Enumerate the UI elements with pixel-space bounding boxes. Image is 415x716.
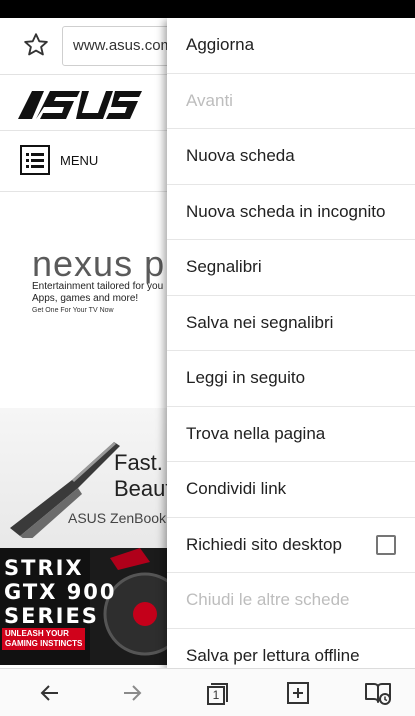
strix-tag2: GAMING INSTINCTS [5, 639, 83, 648]
menu-item-avanti[interactable]: Avanti [167, 74, 415, 129]
nexus-cta: Get One For Your TV Now [32, 307, 114, 314]
menu-item-label: Nuova scheda [186, 146, 295, 165]
hamburger-menu-icon[interactable] [20, 145, 50, 175]
menu-item-condividi-link[interactable]: Condividi link [167, 462, 415, 518]
menu-item-label: Aggiorna [186, 35, 255, 54]
forward-button[interactable] [104, 669, 160, 716]
bottom-toolbar: 1 [0, 668, 415, 716]
menu-item-chiudi-altre-schede[interactable]: Chiudi le altre schede [167, 573, 415, 629]
menu-item-segnalibri[interactable]: Segnalibri [167, 240, 415, 296]
tab-count: 1 [212, 687, 220, 702]
menu-item-nuova-scheda[interactable]: Nuova scheda [167, 129, 415, 185]
status-bar [0, 0, 415, 18]
menu-item-label: Salva nei segnalibri [186, 312, 334, 332]
menu-item-label: Chiudi le altre schede [186, 590, 350, 609]
strix-tagline: UNLEASH YOUR GAMING INSTINCTS [2, 628, 86, 650]
tab-switcher-button[interactable]: 1 [190, 669, 246, 716]
star-outline-icon[interactable] [22, 31, 50, 59]
menu-item-nuova-scheda-incognito[interactable]: Nuova scheda in incognito [167, 185, 415, 240]
asus-logo[interactable] [18, 87, 142, 119]
strix-tag1: UNLEASH YOUR [5, 629, 69, 638]
strix-line1: STRIX [4, 556, 84, 580]
menu-item-label: Condividi link [186, 479, 287, 498]
desktop-site-checkbox[interactable] [376, 534, 396, 555]
menu-item-label: Salva per lettura offline [186, 645, 360, 665]
menu-label: MENU [60, 153, 99, 168]
strix-line3: SERIES [4, 604, 99, 628]
menu-item-trova-pagina[interactable]: Trova nella pagina [167, 407, 415, 462]
menu-item-label: Segnalibri [186, 257, 262, 276]
new-tab-button[interactable] [270, 669, 326, 716]
new-tab-plus-icon [286, 681, 310, 705]
arrow-left-icon [38, 681, 62, 705]
menu-item-leggi-in-seguito[interactable]: Leggi in seguito [167, 351, 415, 407]
menu-item-richiedi-sito-desktop[interactable]: Richiedi sito desktop [167, 518, 415, 573]
menu-item-label: Richiedi sito desktop [186, 534, 342, 554]
strix-line2: GTX 900 [4, 580, 117, 604]
menu-item-aggiorna[interactable]: Aggiorna [167, 18, 415, 74]
book-clock-icon [364, 680, 392, 706]
arrow-right-icon [120, 681, 144, 705]
overflow-menu: Aggiorna Avanti Nuova scheda Nuova sched… [167, 18, 415, 668]
nexus-line1: Entertainment tailored for you [32, 281, 164, 292]
nexus-line2: Apps, games and more! [32, 293, 139, 304]
zenbook-brand: ASUS ZenBook [68, 510, 167, 526]
menu-item-label: Trova nella pagina [186, 423, 326, 443]
reading-list-button[interactable] [350, 669, 406, 716]
menu-item-label: Nuova scheda in incognito [186, 201, 386, 221]
tab-switcher-icon: 1 [205, 680, 231, 706]
menu-item-salva-lettura-offline[interactable]: Salva per lettura offline [167, 629, 415, 669]
menu-item-label: Leggi in seguito [186, 368, 306, 387]
back-button[interactable] [22, 669, 78, 716]
menu-item-salva-segnalibri[interactable]: Salva nei segnalibri [167, 296, 415, 351]
menu-item-label: Avanti [186, 90, 233, 110]
